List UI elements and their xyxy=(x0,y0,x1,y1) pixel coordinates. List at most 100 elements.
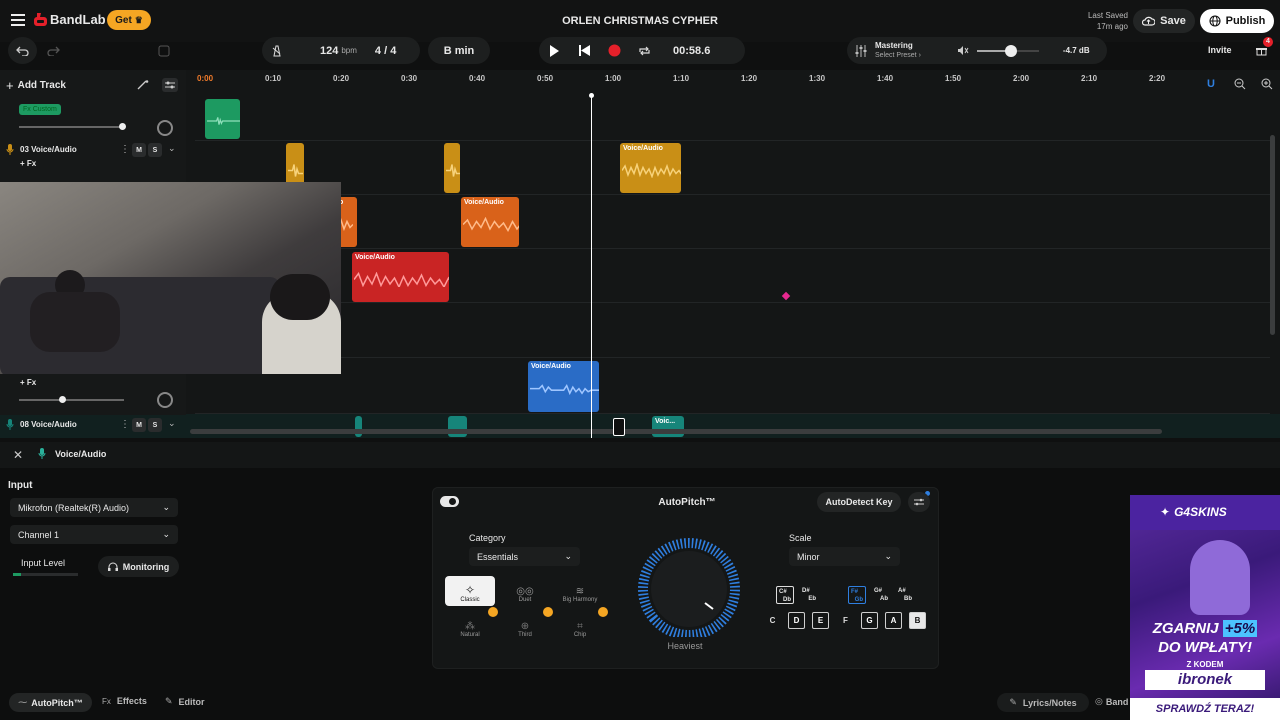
preset-third[interactable]: ⊕ Third xyxy=(500,611,550,641)
play-button[interactable] xyxy=(539,44,569,57)
tab-autopitch[interactable]: ⁓ AutoPitch™ xyxy=(9,693,92,712)
channel-select[interactable]: Channel 1 ⌄ xyxy=(10,525,178,544)
preset-chip[interactable]: ⌗ Chip xyxy=(555,611,605,641)
track3-solo-button[interactable]: S xyxy=(148,143,162,157)
key-e[interactable]: E xyxy=(812,612,829,629)
track3-header[interactable]: 03 Voice/Audio xyxy=(6,144,77,155)
key-g[interactable]: G xyxy=(861,612,878,629)
rewind-button[interactable] xyxy=(569,45,599,56)
preset-natural[interactable]: ⁂ Natural xyxy=(445,611,495,641)
key-button[interactable]: B min xyxy=(428,37,490,64)
track7-volume-thumb[interactable] xyxy=(59,396,66,403)
snapshot-button[interactable] xyxy=(150,37,177,64)
key-g-sharp[interactable]: G# Ab xyxy=(872,586,890,604)
track7-fx-button[interactable]: + Fx xyxy=(20,378,36,387)
track8-mute-button[interactable]: M xyxy=(132,418,146,432)
strength-knob[interactable] xyxy=(632,537,746,637)
audio-clip[interactable]: Voice/Audio xyxy=(528,361,599,412)
publish-button[interactable]: Publish xyxy=(1200,9,1274,33)
master-volume-slider[interactable] xyxy=(976,44,1039,57)
track7-pan-knob[interactable] xyxy=(157,392,173,408)
tab-lyrics-notes[interactable]: ✎ Lyrics/Notes xyxy=(997,693,1089,712)
key-d-sharp[interactable]: D# Eb xyxy=(800,586,818,604)
key-a[interactable]: A xyxy=(885,612,902,629)
key-f-sharp[interactable]: F# Gb xyxy=(848,586,866,604)
preset-big-harmony[interactable]: ≋ Big Harmony xyxy=(555,576,605,606)
close-panel-icon[interactable]: ✕ xyxy=(13,448,23,462)
time-signature[interactable]: 4 / 4 xyxy=(375,45,396,57)
key-d[interactable]: D xyxy=(788,612,805,629)
key-c-sharp[interactable]: C# Db xyxy=(776,586,794,604)
track-lane[interactable] xyxy=(195,358,1270,414)
autopitch-settings-button[interactable] xyxy=(908,492,930,512)
loop-button[interactable] xyxy=(629,45,659,57)
add-track-button[interactable]: + Add Track xyxy=(6,78,66,93)
speaker-icon[interactable] xyxy=(957,45,969,56)
autopitch-enable-toggle[interactable] xyxy=(440,496,459,507)
audio-clip[interactable] xyxy=(205,99,240,139)
category-select[interactable]: Essentials ⌄ xyxy=(469,547,580,566)
track8-solo-button[interactable]: S xyxy=(148,418,162,432)
monitoring-toggle[interactable]: Monitoring xyxy=(98,556,179,577)
zoom-in-icon xyxy=(1261,78,1273,90)
preset-classic[interactable]: ✧ Classic xyxy=(445,576,495,606)
audio-clip[interactable] xyxy=(444,143,460,193)
track-lane[interactable] xyxy=(195,141,1270,195)
track-lane[interactable] xyxy=(195,92,1270,141)
audio-clip[interactable]: Voice/Audio xyxy=(620,143,681,193)
loop-marker[interactable] xyxy=(613,418,625,436)
track3-menu-icon[interactable]: ⋮ xyxy=(120,144,130,155)
track3-mute-button[interactable]: M xyxy=(132,143,146,157)
track8-collapse-icon[interactable]: ⌄ xyxy=(168,418,176,429)
fx-custom-badge[interactable]: Fx Custom xyxy=(19,104,61,115)
mixer-sliders-icon[interactable] xyxy=(855,44,867,57)
track8-menu-icon[interactable]: ⋮ xyxy=(120,419,130,430)
preset-label: Third xyxy=(518,632,532,638)
save-button[interactable]: Save xyxy=(1133,9,1195,33)
preset-duet[interactable]: ◎◎ Duet xyxy=(500,576,550,606)
magnet-snap-icon[interactable]: U xyxy=(1207,78,1215,90)
track7-volume-slider[interactable] xyxy=(19,399,124,401)
audio-clip[interactable]: Voice/Audio xyxy=(461,197,519,247)
horizontal-scrollbar[interactable] xyxy=(190,429,1162,434)
tab-band[interactable]: ◎ Band xyxy=(1095,696,1128,707)
invite-button[interactable]: Invite xyxy=(1208,45,1232,55)
playhead-line[interactable] xyxy=(591,96,592,438)
vertical-scrollbar[interactable] xyxy=(1270,135,1275,335)
zoom-out-button[interactable] xyxy=(1234,78,1246,90)
track2-volume-thumb[interactable] xyxy=(119,123,126,130)
track2-volume-slider[interactable] xyxy=(19,126,124,128)
bpm-value[interactable]: 124 xyxy=(320,45,338,57)
scale-select[interactable]: Minor ⌄ xyxy=(789,547,900,566)
track-settings-button[interactable] xyxy=(162,78,178,92)
playhead-handle[interactable] xyxy=(589,93,594,98)
key-a-sharp[interactable]: A# Bb xyxy=(896,586,914,604)
track3-fx-button[interactable]: + Fx xyxy=(20,159,36,168)
input-device-select[interactable]: Mikrofon (Realtek(R) Audio) ⌄ xyxy=(10,498,178,517)
tempo-control[interactable]: 124 bpm 4 / 4 xyxy=(262,37,420,64)
time-position[interactable]: 00:58.6 xyxy=(673,45,710,57)
zoom-in-button[interactable] xyxy=(1261,78,1273,90)
track2-pan-knob[interactable] xyxy=(157,120,173,136)
selected-track-lane[interactable] xyxy=(186,414,1280,438)
advertisement-banner[interactable]: ✦ G4SKINS ZGARNIJ +5% DO WPŁATY! Z KODEM… xyxy=(1130,495,1280,720)
redo-button[interactable] xyxy=(39,37,68,64)
automation-button[interactable] xyxy=(137,80,149,90)
autodetect-key-button[interactable]: AutoDetect Key xyxy=(817,492,901,512)
ad-cta-button[interactable]: SPRAWDŹ TERAZ! xyxy=(1130,698,1280,720)
record-button[interactable] xyxy=(599,44,629,57)
key-c[interactable]: C xyxy=(764,612,781,629)
tab-editor[interactable]: ✎ Editor xyxy=(165,696,205,707)
timeline-ruler[interactable]: 0:00 0:10 0:20 0:30 0:40 0:50 1:00 1:10 … xyxy=(195,70,1280,88)
clip-label: Voice/Audio xyxy=(464,199,504,206)
track-lane[interactable] xyxy=(195,303,1270,358)
key-f[interactable]: F xyxy=(837,612,854,629)
panther-logo-icon: ✦ xyxy=(1160,505,1171,519)
undo-button[interactable] xyxy=(8,37,37,64)
tab-effects[interactable]: Fx Effects xyxy=(102,696,147,706)
track3-collapse-icon[interactable]: ⌄ xyxy=(168,143,176,154)
mastering-preset[interactable]: Mastering Select Preset › xyxy=(875,41,921,61)
ruler-tick: 0:30 xyxy=(401,74,418,83)
key-b[interactable]: B xyxy=(909,612,926,629)
audio-clip[interactable]: Voice/Audio xyxy=(352,252,449,302)
